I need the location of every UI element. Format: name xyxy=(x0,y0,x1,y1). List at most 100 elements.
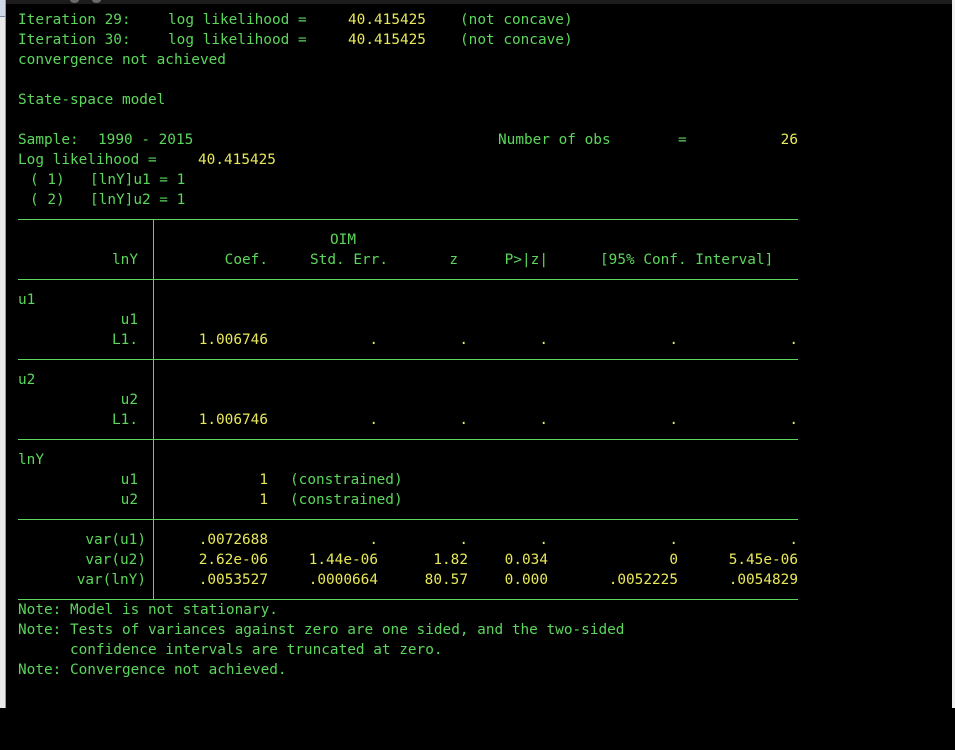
ci-upper: .0054829 xyxy=(728,572,798,588)
table-rule xyxy=(18,359,798,360)
window-left-edge xyxy=(0,0,6,708)
nobs-value: 26 xyxy=(780,132,798,148)
z-value: 1.82 xyxy=(433,552,468,568)
iteration-line: Iteration 29: log likelihood = 40.415425… xyxy=(18,10,938,30)
iteration-line: Iteration 30: log likelihood = 40.415425… xyxy=(18,30,938,50)
pane-handle-icon[interactable] xyxy=(0,0,5,17)
row-label: L1. xyxy=(112,412,138,428)
table-row: var(u2) 2.62e-06 1.44e-06 1.82 0.034 0 5… xyxy=(18,550,798,570)
group-label: u2 xyxy=(18,370,70,390)
coef-value: 2.62e-06 xyxy=(198,552,268,568)
table-rule xyxy=(18,219,798,220)
z-value: . xyxy=(459,332,468,348)
iteration-note: (not concave) xyxy=(460,32,573,48)
constraint-text: [lnY]u1 = 1 xyxy=(90,172,186,188)
row-label: var(u1) xyxy=(85,532,146,548)
row-label: u1 xyxy=(120,312,138,328)
p-value: 0.034 xyxy=(504,552,548,568)
table-row: var(u1) .0072688 . . . . . xyxy=(18,530,798,550)
row-label: u1 xyxy=(120,472,138,488)
table-row: L1. 1.006746 . . . . . xyxy=(18,410,798,430)
coef-value: 1 xyxy=(259,472,268,488)
loglik-label: Log likelihood = xyxy=(18,152,157,168)
loglik-label: log likelihood = xyxy=(168,32,307,48)
col-coef: Coef. xyxy=(224,252,268,268)
row-label: var(u2) xyxy=(85,552,146,568)
p-value: 0.000 xyxy=(504,572,548,588)
loglik-label: log likelihood = xyxy=(168,12,307,28)
coef-value: 1.006746 xyxy=(198,412,268,428)
ci-upper: 5.45e-06 xyxy=(728,552,798,568)
col-pvalue: P>|z| xyxy=(504,252,548,268)
iteration-note: (not concave) xyxy=(460,12,573,28)
toolbar-icon xyxy=(92,0,101,3)
p-value: . xyxy=(539,532,548,548)
ci-upper: . xyxy=(789,532,798,548)
table-rule xyxy=(18,519,798,520)
convergence-message: convergence not achieved xyxy=(18,52,226,68)
ci-lower: . xyxy=(669,332,678,348)
col-stderr: Std. Err. xyxy=(310,252,388,268)
group-name: lnY xyxy=(18,452,44,468)
table-row: u2 xyxy=(18,390,138,410)
model-title: State-space model xyxy=(18,92,166,108)
constraint-line: ( 1) [lnY]u1 = 1 xyxy=(18,170,938,190)
loglik-value: 40.415425 xyxy=(348,32,426,48)
loglik-value: 40.415425 xyxy=(198,152,276,168)
ci-lower: .0052225 xyxy=(608,572,678,588)
loglik-value: 40.415425 xyxy=(348,12,426,28)
constraint-number: ( 2) xyxy=(30,192,65,208)
row-label: u2 xyxy=(120,492,138,508)
iteration-label: Iteration 30: xyxy=(18,32,131,48)
table-header: lnY Coef. Std. Err. z P>|z| [95% Conf. I… xyxy=(18,250,798,270)
row-label: L1. xyxy=(112,332,138,348)
oim-label: OIM xyxy=(330,232,356,248)
constrained-note: (constrained) xyxy=(290,472,403,488)
ci-lower: . xyxy=(669,412,678,428)
coef-value: 1.006746 xyxy=(198,332,268,348)
window-top-edge xyxy=(0,0,955,4)
constrained-note: (constrained) xyxy=(290,492,403,508)
table-row: u1 xyxy=(18,310,138,330)
p-value: . xyxy=(539,332,548,348)
row-label: u2 xyxy=(120,392,138,408)
p-value: . xyxy=(539,412,548,428)
group-label: lnY xyxy=(18,450,70,470)
note-line: Note: Tests of variances against zero ar… xyxy=(18,622,625,638)
table-header-oim: OIM xyxy=(18,230,798,250)
sample-value: 1990 - 2015 xyxy=(98,132,194,148)
nobs-eq: = xyxy=(678,132,687,148)
z-value: 80.57 xyxy=(424,572,468,588)
coef-value: 1 xyxy=(259,492,268,508)
constraint-text: [lnY]u2 = 1 xyxy=(90,192,186,208)
iteration-label: Iteration 29: xyxy=(18,12,131,28)
group-name: u2 xyxy=(18,372,36,388)
nobs-label: Number of obs xyxy=(498,132,611,148)
table-row: u1 1 (constrained) xyxy=(18,470,798,490)
z-value: . xyxy=(459,532,468,548)
stderr-value: . xyxy=(369,332,378,348)
constraint-number: ( 1) xyxy=(30,172,65,188)
group-name: u1 xyxy=(18,292,36,308)
coef-value: .0053527 xyxy=(198,572,268,588)
stderr-value: . xyxy=(369,532,378,548)
toolbar-icon xyxy=(70,0,79,3)
ci-upper: . xyxy=(789,412,798,428)
note-line: Note: Convergence not achieved. xyxy=(18,662,287,678)
results-output: Iteration 29: log likelihood = 40.415425… xyxy=(18,10,938,680)
table-row: L1. 1.006746 . . . . . xyxy=(18,330,798,350)
loglik-line: Log likelihood = 40.415425 xyxy=(18,150,938,170)
note-line: confidence intervals are truncated at ze… xyxy=(18,642,443,658)
depvar-label: lnY xyxy=(112,252,138,268)
row-label: var(lnY) xyxy=(76,572,146,588)
table-rule xyxy=(18,279,798,280)
table-rule xyxy=(18,439,798,440)
ci-lower: . xyxy=(669,532,678,548)
z-value: . xyxy=(459,412,468,428)
group-label: u1 xyxy=(18,290,70,310)
constraint-line: ( 2) [lnY]u2 = 1 xyxy=(18,190,938,210)
sample-label: Sample: xyxy=(18,132,79,148)
table-row: var(lnY) .0053527 .0000664 80.57 0.000 .… xyxy=(18,570,798,590)
